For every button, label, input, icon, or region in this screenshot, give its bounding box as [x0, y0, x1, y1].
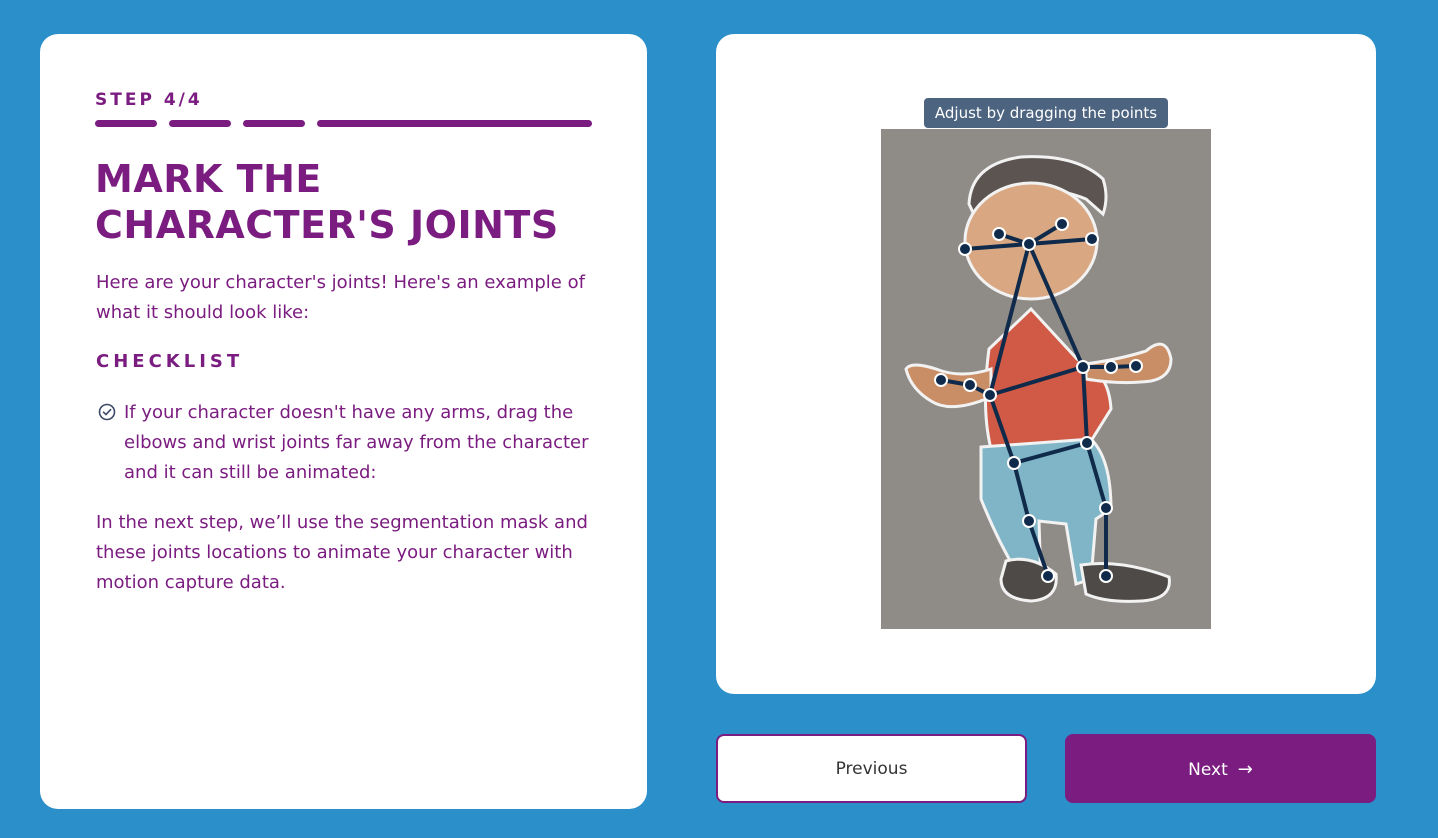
check-circle-icon: [98, 403, 116, 421]
joint-head[interactable]: [1022, 237, 1036, 251]
previous-button[interactable]: Previous: [716, 734, 1027, 803]
joint-right-hip[interactable]: [1080, 436, 1094, 450]
step-progress-bar: [95, 120, 592, 127]
next-button[interactable]: Next →: [1065, 734, 1376, 803]
previous-button-label: Previous: [835, 759, 908, 779]
checklist-heading: CHECKLIST: [96, 351, 244, 372]
progress-segment-2: [169, 120, 231, 127]
joint-right-ankle[interactable]: [1099, 569, 1113, 583]
joint-right-knee[interactable]: [1099, 501, 1113, 515]
joint-left-wrist[interactable]: [934, 373, 948, 387]
joint-left-ear[interactable]: [958, 242, 972, 256]
checklist-item-text: If your character doesn't have any arms,…: [124, 402, 589, 483]
next-button-label: Next: [1188, 760, 1228, 780]
step-indicator: STEP 4/4: [95, 90, 203, 110]
character-drawing-canvas[interactable]: [881, 129, 1211, 629]
joint-left-knee[interactable]: [1022, 514, 1036, 528]
joint-left-eye[interactable]: [992, 227, 1006, 241]
joint-right-elbow[interactable]: [1104, 360, 1118, 374]
joint-left-ankle[interactable]: [1041, 569, 1055, 583]
drag-hint-tooltip: Adjust by dragging the points: [924, 98, 1168, 128]
progress-segment-4: [317, 120, 592, 127]
joint-right-eye[interactable]: [1055, 217, 1069, 231]
joint-editor-panel: Adjust by dragging the points: [716, 34, 1376, 694]
page-title-line-2: CHARACTER'S JOINTS: [95, 203, 559, 247]
joint-left-shoulder[interactable]: [983, 388, 997, 402]
joint-left-elbow[interactable]: [963, 378, 977, 392]
next-step-text: In the next step, we’ll use the segmenta…: [96, 512, 588, 593]
joint-right-shoulder[interactable]: [1076, 360, 1090, 374]
joint-left-hip[interactable]: [1007, 456, 1021, 470]
joint-right-ear[interactable]: [1085, 232, 1099, 246]
page-title-line-1: MARK THE: [95, 157, 322, 201]
instructions-panel: STEP 4/4 MARK THE CHARACTER'S JOINTS Her…: [40, 34, 647, 809]
page-title: MARK THE CHARACTER'S JOINTS: [95, 156, 615, 248]
progress-segment-3: [243, 120, 305, 127]
joint-right-wrist[interactable]: [1129, 359, 1143, 373]
intro-text: Here are your character's joints! Here's…: [96, 272, 585, 323]
arrow-right-icon: →: [1237, 759, 1253, 780]
progress-segment-1: [95, 120, 157, 127]
